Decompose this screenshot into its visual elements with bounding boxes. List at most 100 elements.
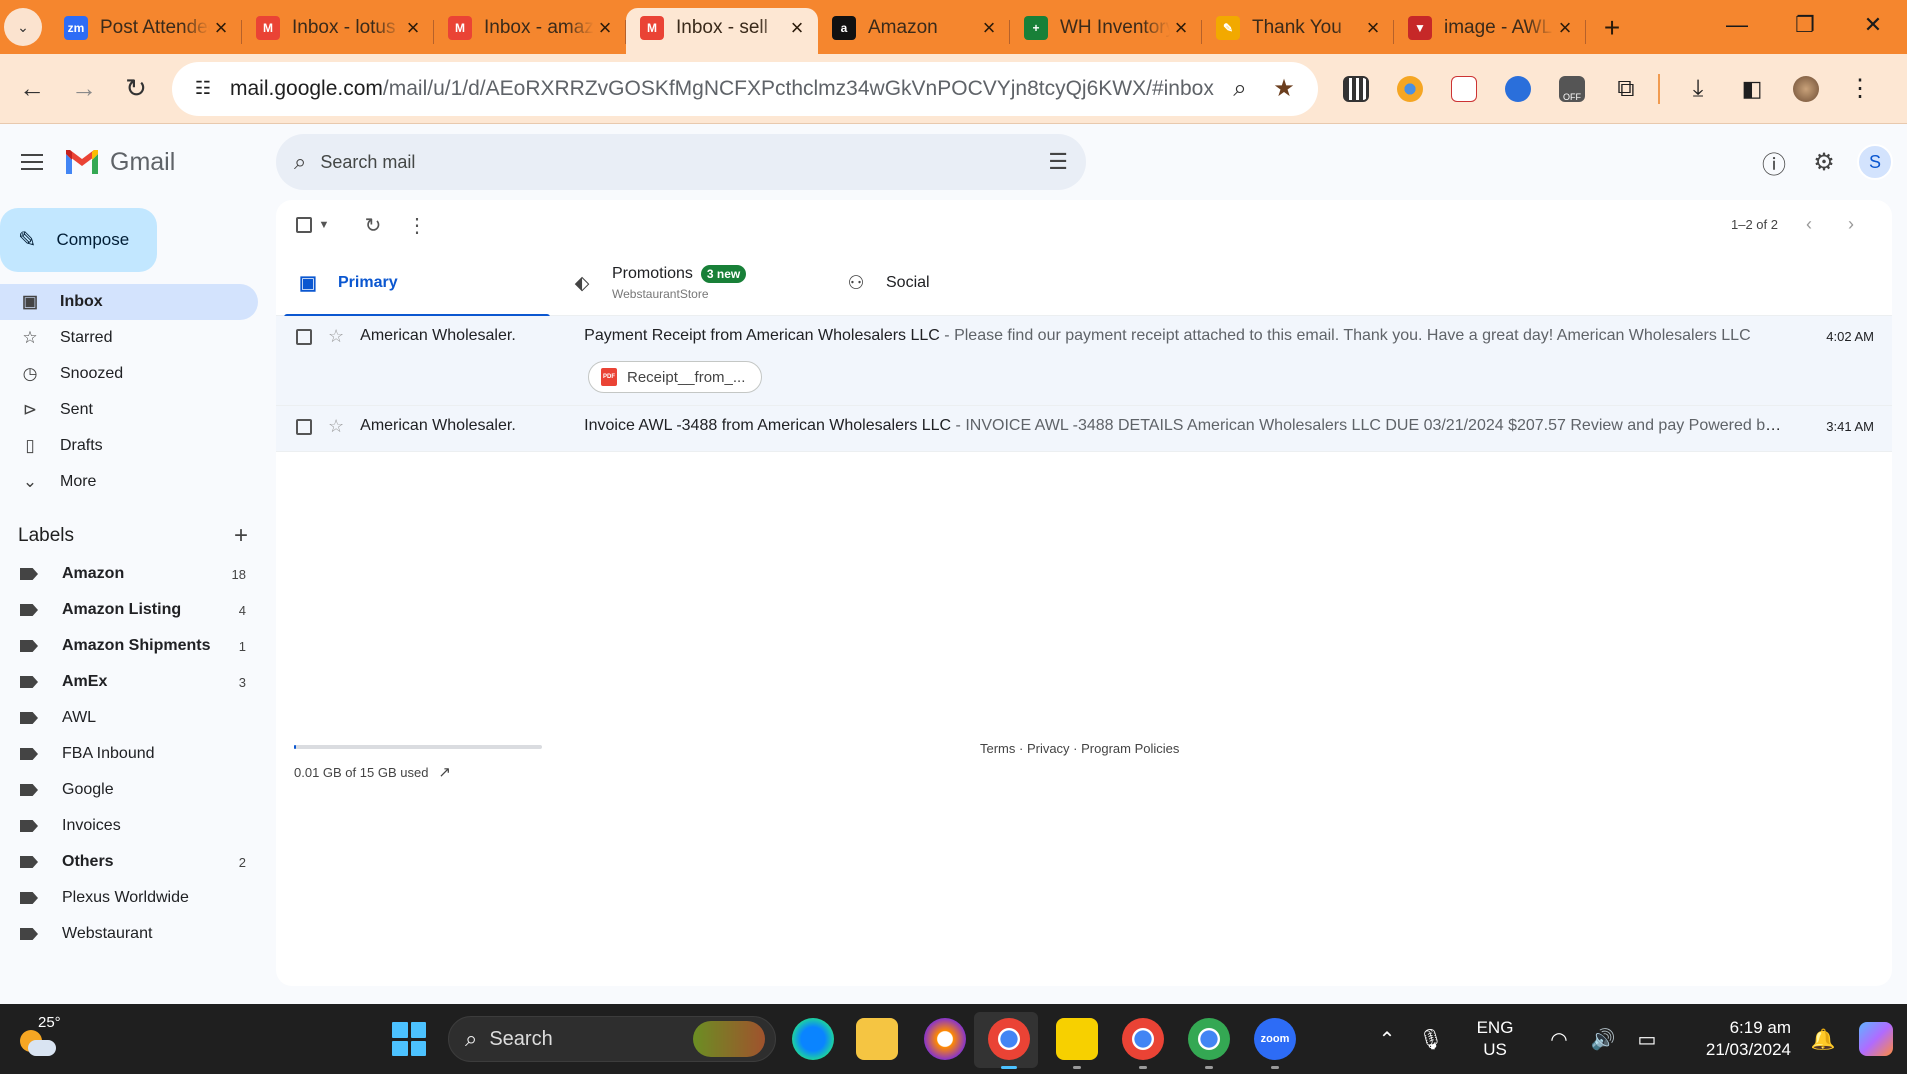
sidebar-item-starred[interactable]: ☆ Starred — [0, 320, 258, 356]
label-item[interactable]: Google — [0, 772, 258, 808]
label-item[interactable]: Others 2 — [0, 844, 258, 880]
file-explorer-icon[interactable] — [856, 1018, 898, 1060]
close-tab-icon[interactable]: × — [402, 15, 424, 41]
select-all-checkbox[interactable] — [296, 217, 312, 233]
weather-widget[interactable]: 25° — [16, 1014, 61, 1064]
color-extension-icon[interactable] — [1386, 65, 1434, 113]
label-item[interactable]: AWL — [0, 700, 258, 736]
gmail-logo[interactable]: Gmail — [64, 148, 264, 177]
close-tab-icon[interactable]: × — [786, 15, 808, 41]
search-icon[interactable]: ⌕ — [294, 149, 306, 175]
tab-promotions[interactable]: ⬖ Promotions 3 new WebstaurantStore — [550, 250, 824, 316]
reload-icon[interactable]: ↻ — [110, 63, 162, 115]
login-extension-icon[interactable] — [1440, 65, 1488, 113]
open-external-icon[interactable]: ↗ — [438, 763, 451, 781]
label-item[interactable]: Invoices — [0, 808, 258, 844]
browser-tab[interactable]: ✎ Thank You × — [1202, 8, 1394, 54]
puzzle-blue-extension-icon[interactable] — [1494, 65, 1542, 113]
close-tab-icon[interactable]: × — [1554, 15, 1576, 41]
tab-primary[interactable]: ▣ Primary — [276, 250, 550, 317]
browser-tab[interactable]: M Inbox - sell × — [626, 8, 818, 54]
older-chevron-left-icon[interactable]: ‹ — [1788, 214, 1830, 235]
browser-app-icon[interactable] — [924, 1018, 966, 1060]
notification-bell-icon[interactable]: 🔔 — [1803, 1027, 1843, 1052]
sidebar-item-more[interactable]: ⌄ More — [0, 464, 258, 500]
sticky-notes-icon[interactable] — [1056, 1018, 1098, 1069]
refresh-icon[interactable]: ↻ — [356, 208, 390, 242]
label-item[interactable]: Amazon Shipments 1 — [0, 628, 258, 664]
input-language[interactable]: ENG US — [1467, 1017, 1523, 1061]
sidebar-item-drafts[interactable]: ▯ Drafts — [0, 428, 258, 464]
mail-search-bar[interactable]: ⌕ ☰ — [276, 134, 1086, 190]
sidebar-item-inbox[interactable]: ▣ Inbox — [0, 284, 258, 320]
settings-gear-icon[interactable]: ⚙ — [1799, 137, 1849, 187]
site-info-icon[interactable]: ☷ — [186, 72, 220, 106]
label-item[interactable]: Plexus Worldwide — [0, 880, 258, 916]
browser-tab[interactable]: ▼ image - AWL × — [1394, 8, 1586, 54]
zoom-magnifier-icon[interactable]: ⌕ — [1218, 67, 1262, 111]
minimize-icon[interactable]: — — [1703, 0, 1771, 50]
back-arrow-icon[interactable]: ← — [6, 63, 58, 115]
search-input[interactable] — [320, 151, 1049, 173]
close-tab-icon[interactable]: × — [978, 15, 1000, 41]
download-icon[interactable]: ⤓ — [1674, 65, 1722, 113]
browser-tab[interactable]: M Inbox - amazon× — [434, 8, 626, 54]
email-checkbox[interactable] — [296, 329, 312, 345]
microphone-icon[interactable]: 🎙 — [1409, 1027, 1453, 1052]
wifi-icon[interactable]: ◠ — [1537, 1027, 1581, 1052]
url-text[interactable]: mail.google.com/mail/u/1/d/AEoRXRRZvGOSK… — [230, 77, 1218, 101]
restore-icon[interactable]: ❐ — [1771, 0, 1839, 50]
extensions-puzzle-icon[interactable]: ⧉ — [1602, 65, 1650, 113]
email-row[interactable]: ☆ American Wholesaler. Invoice AWL -3488… — [276, 406, 1892, 452]
address-bar[interactable]: ☷ mail.google.com/mail/u/1/d/AEoRXRRZvGO… — [172, 61, 1318, 116]
close-tab-icon[interactable]: × — [594, 15, 616, 41]
new-tab-plus-icon[interactable]: + — [1592, 8, 1632, 48]
side-panel-icon[interactable]: ◧ — [1728, 65, 1776, 113]
star-icon[interactable]: ☆ — [328, 417, 344, 435]
label-item[interactable]: Webstaurant — [0, 916, 258, 952]
email-row[interactable]: ☆ American Wholesaler. Payment Receipt f… — [276, 316, 1892, 406]
sidebar-item-snoozed[interactable]: ◷ Snoozed — [0, 356, 258, 392]
create-label-plus-icon[interactable]: + — [234, 522, 248, 550]
zoom-app-icon[interactable]: zoom — [1254, 1018, 1296, 1069]
account-avatar[interactable]: S — [1857, 144, 1893, 180]
main-menu-icon[interactable] — [4, 134, 60, 190]
chrome-profile-k-icon[interactable] — [1122, 1018, 1164, 1069]
email-checkbox[interactable] — [296, 419, 312, 435]
clock[interactable]: 6:19 am 21/03/2024 — [1683, 1017, 1791, 1061]
chrome-icon[interactable] — [988, 1018, 1030, 1069]
newer-chevron-right-icon[interactable]: › — [1830, 214, 1872, 235]
select-dropdown-icon[interactable]: ▼ — [314, 208, 334, 242]
close-window-icon[interactable]: ✕ — [1839, 0, 1907, 50]
forward-arrow-icon[interactable]: → — [58, 63, 110, 115]
help-icon[interactable]: ⓘ — [1749, 137, 1799, 187]
browser-tab[interactable]: + WH Inventory × — [1010, 8, 1202, 54]
tab-search-chevron-icon[interactable]: ⌄ — [4, 8, 42, 46]
sidebar-item-sent[interactable]: ⊳ Sent — [0, 392, 258, 428]
close-tab-icon[interactable]: × — [1170, 15, 1192, 41]
bookmark-star-icon[interactable]: ★ — [1262, 67, 1306, 111]
compose-button[interactable]: ✎ Compose — [0, 208, 157, 272]
chrome-profile-k2-icon[interactable] — [1188, 1018, 1230, 1069]
taskbar-search[interactable]: ⌕ Search — [448, 1016, 776, 1062]
legal-links[interactable]: Terms · Privacy · Program Policies — [980, 741, 1179, 756]
label-item[interactable]: AmEx 3 — [0, 664, 258, 700]
star-icon[interactable]: ☆ — [328, 327, 344, 345]
copilot-icon[interactable] — [1859, 1022, 1893, 1056]
edge-icon[interactable] — [792, 1018, 834, 1060]
close-tab-icon[interactable]: × — [210, 15, 232, 41]
browser-tab[interactable]: M Inbox - lotus × — [242, 8, 434, 54]
browser-tab[interactable]: a Amazon × — [818, 8, 1010, 54]
chrome-menu-icon[interactable]: ⋮ — [1836, 65, 1884, 113]
speaker-icon[interactable]: 🔊 — [1581, 1027, 1625, 1052]
close-tab-icon[interactable]: × — [1362, 15, 1384, 41]
label-item[interactable]: Amazon 18 — [0, 556, 258, 592]
battery-icon[interactable]: ▭ — [1625, 1027, 1669, 1052]
search-options-icon[interactable]: ☰ — [1048, 149, 1068, 175]
windows-start-icon[interactable] — [392, 1022, 426, 1056]
label-item[interactable]: Amazon Listing 4 — [0, 592, 258, 628]
tab-social[interactable]: ⚇ Social — [824, 250, 1098, 316]
qr-extension-icon[interactable] — [1332, 65, 1380, 113]
off-extension-icon[interactable]: OFF — [1548, 65, 1596, 113]
label-item[interactable]: FBA Inbound — [0, 736, 258, 772]
